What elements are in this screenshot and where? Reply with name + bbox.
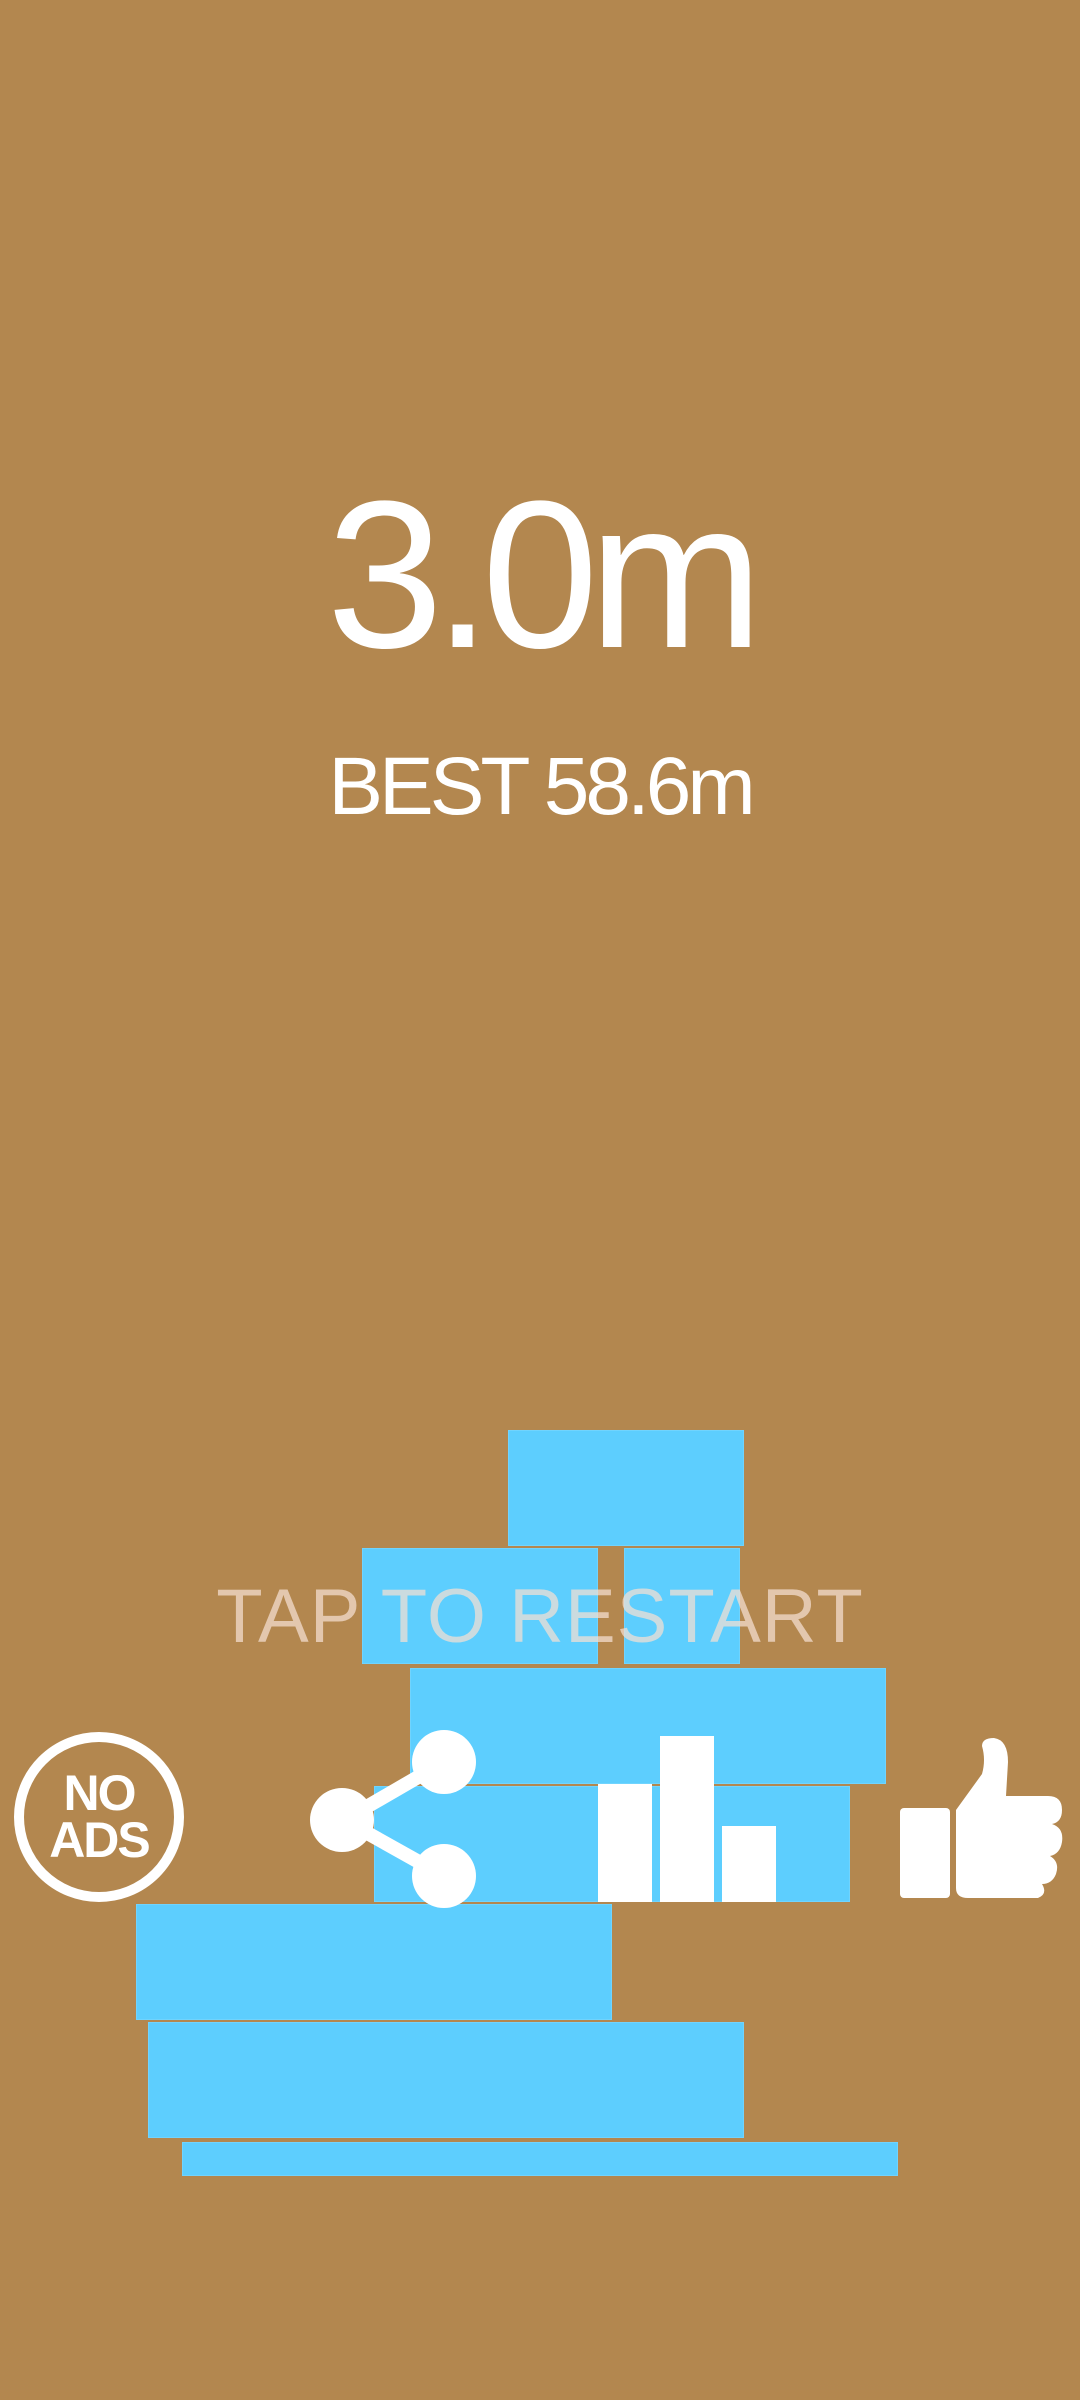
no-ads-label-line2: ADS: [49, 1812, 151, 1868]
thumbs-up-icon: [900, 1738, 1063, 1898]
score-current: 3.0m: [326, 457, 764, 692]
score-best: BEST 58.6m: [328, 741, 755, 832]
leaderboard-button[interactable]: [598, 1736, 776, 1902]
no-ads-label-line1: NO: [63, 1765, 137, 1821]
tower-base: [182, 2142, 898, 2176]
tap-to-restart[interactable]: TAP TO RESTART: [0, 1572, 1080, 1662]
rate-button[interactable]: [898, 1738, 1064, 1900]
share-button[interactable]: [306, 1728, 482, 1912]
share-icon: [310, 1730, 476, 1908]
tower-block: [148, 2022, 744, 2138]
tower-block: [136, 1904, 612, 2020]
no-ads-button[interactable]: NO ADS: [14, 1732, 184, 1902]
bar-chart-icon: [598, 1736, 776, 1902]
tower-block: [508, 1430, 744, 1546]
